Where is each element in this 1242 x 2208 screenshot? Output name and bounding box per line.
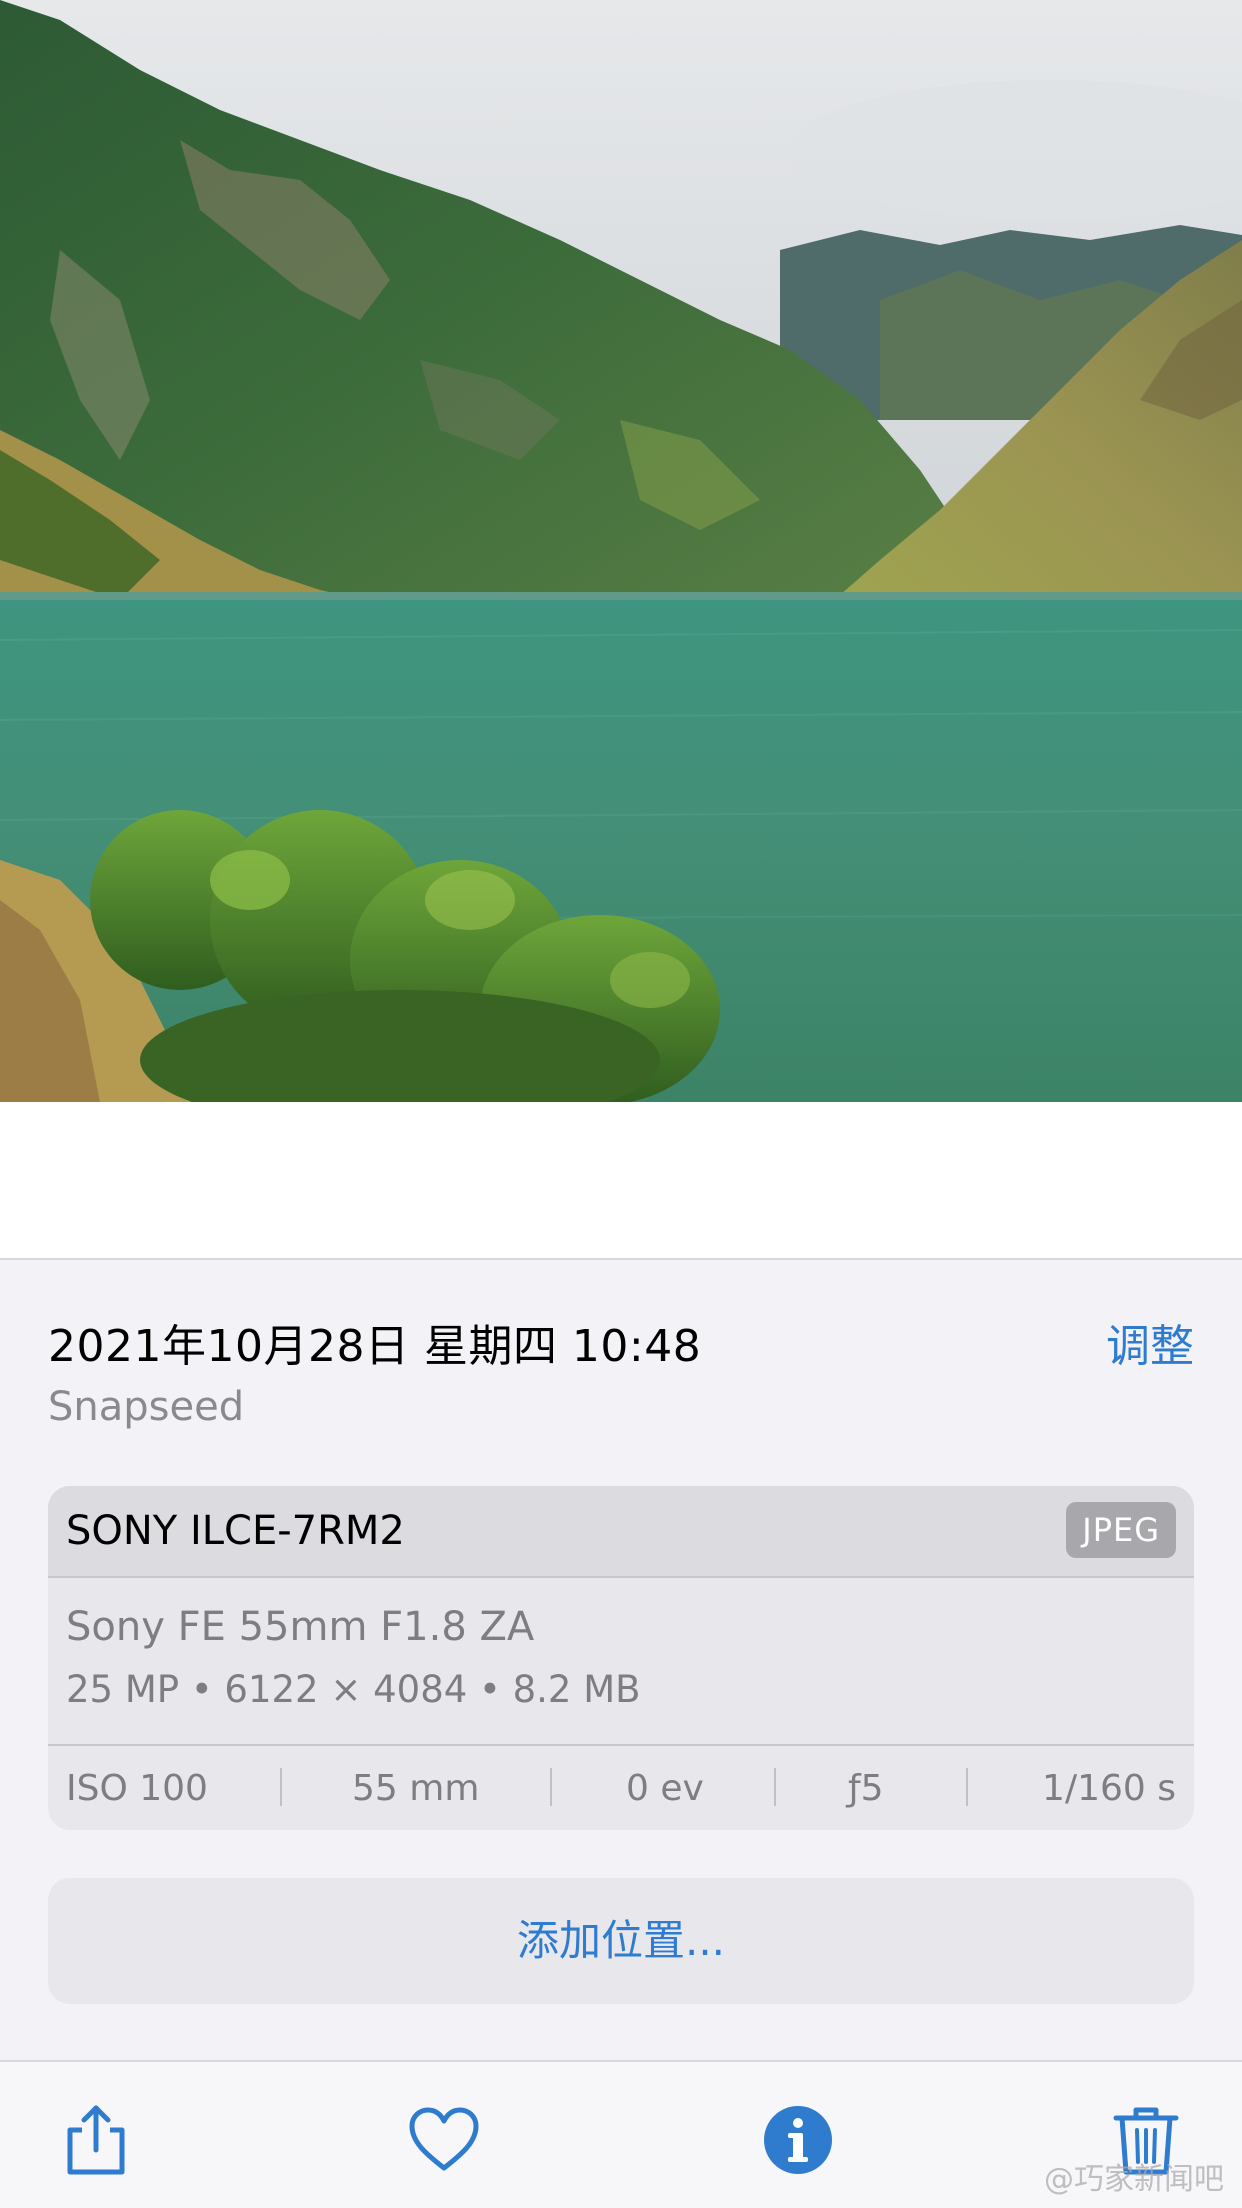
adjust-datetime-button[interactable]: 调整 bbox=[1106, 1310, 1194, 1374]
exif-exposure: 0 ev bbox=[626, 1768, 704, 1809]
landscape-photo bbox=[0, 0, 1242, 1102]
exif-shutter-speed: 1/160 s bbox=[1042, 1768, 1176, 1809]
image-specs: 25 MP • 6122 × 4084 • 8.2 MB bbox=[66, 1668, 641, 1711]
capture-datetime: 2021年10月28日 星期四 10:48 bbox=[48, 1321, 702, 1372]
share-button[interactable] bbox=[58, 2102, 134, 2178]
photo-spacer bbox=[0, 1102, 1242, 1258]
favorite-button[interactable] bbox=[406, 2102, 482, 2178]
photo-info-panel: 2021年10月28日 星期四 10:48 调整 Snapseed SONY I… bbox=[0, 1258, 1242, 2060]
exif-divider bbox=[966, 1768, 968, 1806]
heart-icon bbox=[409, 2107, 479, 2171]
exif-row: ISO 100 55 mm 0 ev ƒ5 1/160 s bbox=[48, 1744, 1194, 1830]
info-icon bbox=[764, 2106, 832, 2174]
exif-divider bbox=[280, 1768, 282, 1806]
camera-model: SONY ILCE-7RM2 bbox=[66, 1508, 405, 1554]
camera-header: SONY ILCE-7RM2 JPEG bbox=[48, 1486, 1194, 1578]
info-button[interactable] bbox=[760, 2102, 836, 2178]
file-format-badge: JPEG bbox=[1066, 1502, 1176, 1558]
camera-metadata-card: SONY ILCE-7RM2 JPEG Sony FE 55mm F1.8 ZA… bbox=[48, 1486, 1194, 1830]
share-icon bbox=[67, 2105, 125, 2175]
lens-name: Sony FE 55mm F1.8 ZA bbox=[66, 1604, 535, 1650]
add-location-button[interactable]: 添加位置... bbox=[48, 1878, 1194, 2004]
exif-divider bbox=[550, 1768, 552, 1806]
exif-iso: ISO 100 bbox=[66, 1768, 208, 1809]
watermark: @巧家新闻吧 bbox=[1044, 2162, 1224, 2197]
bottom-toolbar: @巧家新闻吧 bbox=[0, 2060, 1242, 2208]
exif-aperture: ƒ5 bbox=[848, 1768, 884, 1809]
photo-view[interactable] bbox=[0, 0, 1242, 1102]
exif-focal-length: 55 mm bbox=[352, 1768, 480, 1809]
source-app-label: Snapseed bbox=[48, 1384, 245, 1430]
exif-divider bbox=[774, 1768, 776, 1806]
